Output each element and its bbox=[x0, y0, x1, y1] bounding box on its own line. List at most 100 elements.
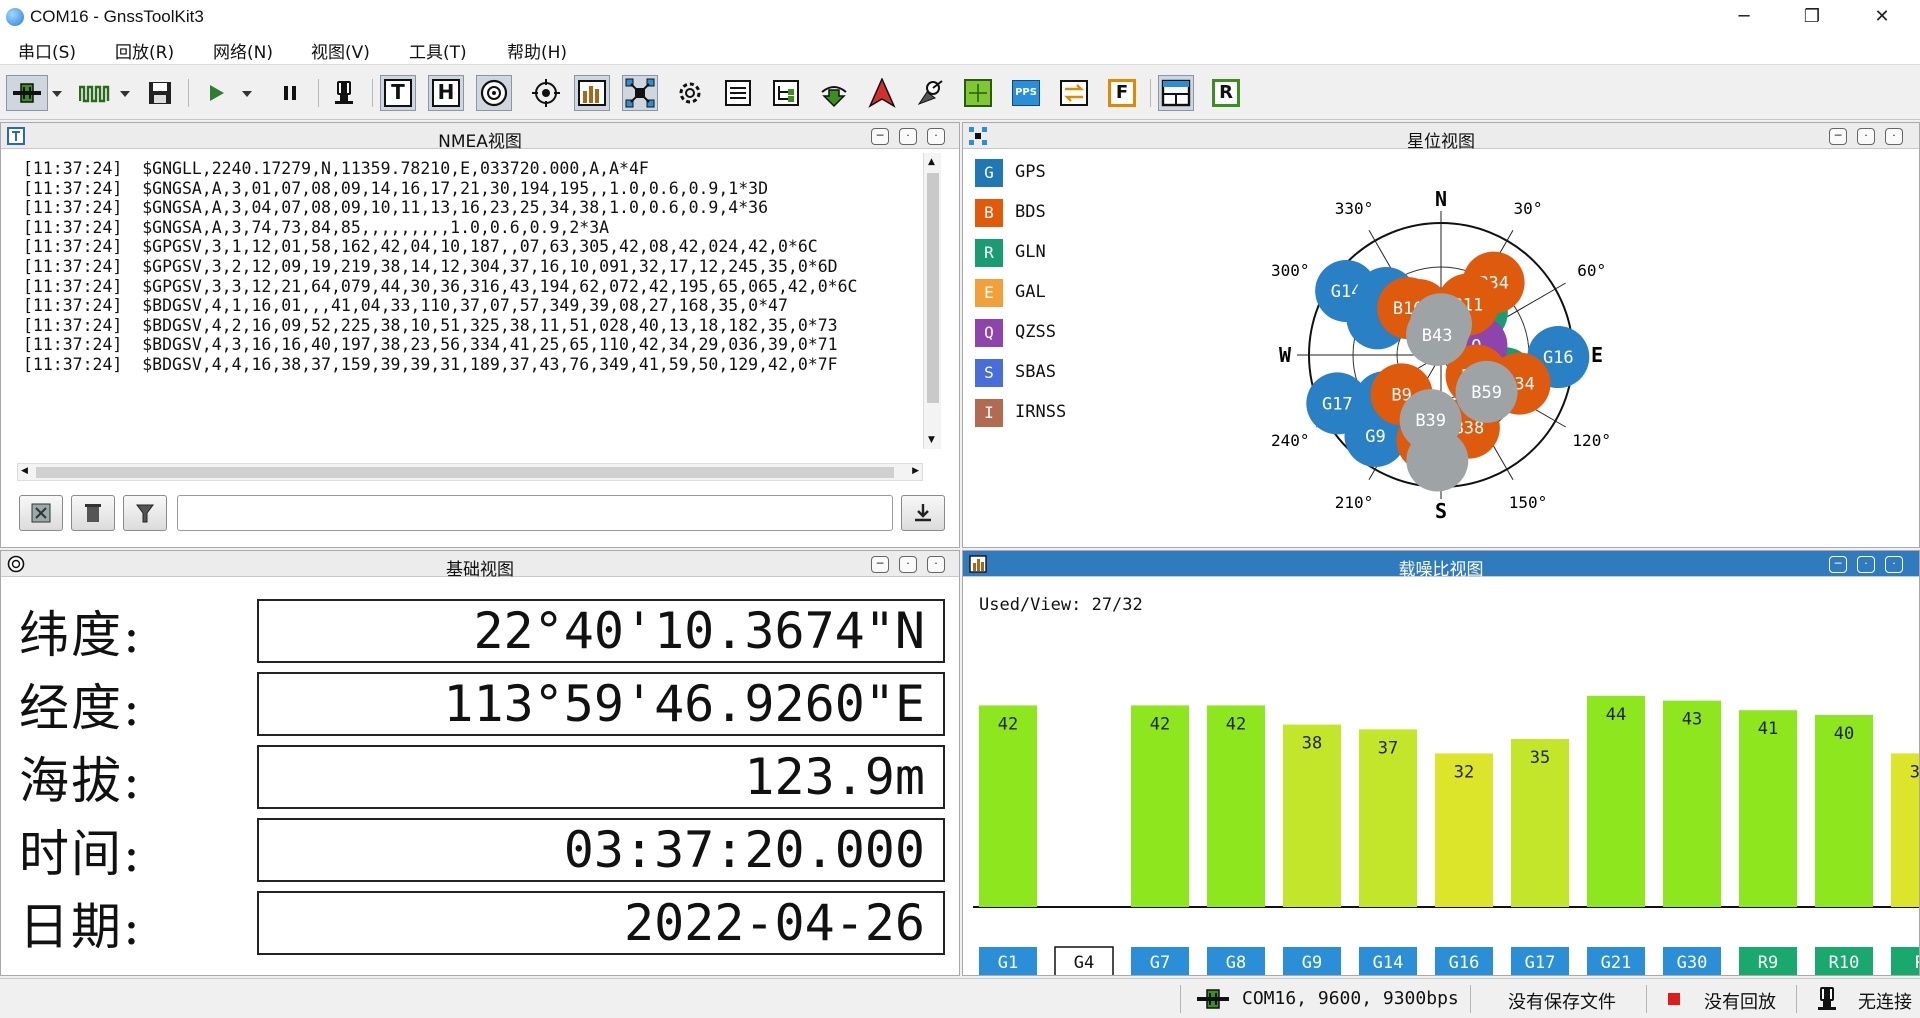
send-button[interactable] bbox=[901, 495, 945, 531]
cn0-value-label: 37 bbox=[1378, 738, 1398, 758]
play-button[interactable] bbox=[198, 75, 234, 111]
basic-view-button[interactable] bbox=[476, 75, 512, 111]
cn0-bar-g30 bbox=[1663, 700, 1721, 907]
panel-restore-button[interactable]: · bbox=[899, 556, 917, 573]
pps-button[interactable]: PPS bbox=[1008, 75, 1044, 111]
basic-view-icon bbox=[480, 79, 508, 107]
menu-help[interactable]: 帮助(H) bbox=[507, 38, 567, 63]
command-input[interactable] bbox=[177, 495, 893, 531]
panel-restore-button[interactable]: · bbox=[899, 128, 917, 145]
status-separator bbox=[1180, 985, 1181, 1013]
play-dropdown-caret[interactable] bbox=[242, 91, 252, 97]
nmea-line: [11:37:24] $GPGSV,3,2,12,09,19,219,38,14… bbox=[23, 256, 838, 276]
f-icon: F bbox=[1108, 79, 1136, 107]
nmea-panel: NMEA视图 ─ · · [11:37:24] $GNGLL,2240.1727… bbox=[0, 122, 960, 548]
clear-screen-button[interactable] bbox=[19, 495, 63, 531]
tree-icon bbox=[773, 80, 799, 106]
map-button[interactable] bbox=[960, 75, 996, 111]
panel-minimize-button[interactable]: ─ bbox=[1829, 556, 1847, 573]
app-icon bbox=[6, 8, 24, 26]
panel-minimize-button[interactable]: ─ bbox=[871, 128, 889, 145]
menu-view[interactable]: 视图(V) bbox=[311, 38, 370, 63]
swap-icon bbox=[1060, 80, 1088, 106]
serial-dropdown-caret[interactable] bbox=[52, 91, 62, 97]
satellite-marker: B59 bbox=[1455, 360, 1518, 423]
panel-close-button[interactable]: · bbox=[1885, 556, 1903, 573]
panel-restore-button[interactable]: · bbox=[1857, 128, 1875, 145]
download-button[interactable] bbox=[816, 75, 852, 111]
menu-tools[interactable]: 工具(T) bbox=[409, 38, 467, 63]
altitude-label: 海拔: bbox=[19, 752, 142, 810]
hex-view-button[interactable]: H bbox=[428, 75, 464, 111]
cn0-value-label: 32 bbox=[1910, 762, 1919, 782]
sky-panel-header: 星位视图 ─ · · bbox=[963, 123, 1919, 152]
swap-button[interactable] bbox=[1056, 75, 1092, 111]
delete-button[interactable] bbox=[71, 495, 115, 531]
menu-network[interactable]: 网络(N) bbox=[213, 38, 273, 63]
cn0-value-label: 41 bbox=[1758, 719, 1778, 739]
scroll-left-icon[interactable]: ◀ bbox=[21, 466, 28, 476]
target-button[interactable] bbox=[528, 75, 564, 111]
wave-dropdown-caret[interactable] bbox=[120, 91, 130, 97]
replay-status: 没有回放 bbox=[1704, 992, 1776, 1013]
toolbar-separator bbox=[372, 79, 373, 107]
cn0-chart-button[interactable] bbox=[574, 75, 610, 111]
menu-replay[interactable]: 回放(R) bbox=[115, 38, 174, 63]
cn0-chart: 42 G1 G4 42 G7 42 G8 38 G9 37 G14 32 G16 35 G17 44 G21 43… bbox=[973, 695, 1919, 975]
layout-button[interactable] bbox=[1158, 75, 1194, 111]
sat-tag-label: G1 bbox=[998, 953, 1018, 973]
f-button[interactable]: F bbox=[1104, 75, 1140, 111]
map-icon bbox=[964, 79, 992, 107]
satellite-button[interactable] bbox=[912, 75, 948, 111]
scroll-right-icon[interactable]: ▶ bbox=[912, 466, 919, 476]
sky-panel-title: 星位视图 bbox=[1407, 132, 1475, 152]
save-button[interactable] bbox=[142, 75, 178, 111]
toolbar-separator bbox=[188, 79, 189, 107]
close-button[interactable]: ✕ bbox=[1852, 0, 1912, 34]
save-icon bbox=[149, 82, 171, 104]
sat-tag-label: R10 bbox=[1829, 953, 1860, 973]
serial-port-button[interactable] bbox=[6, 75, 48, 111]
tree-button[interactable] bbox=[768, 75, 804, 111]
compass-button[interactable] bbox=[864, 75, 900, 111]
r-button[interactable]: R bbox=[1208, 75, 1244, 111]
cn0-value-label: 32 bbox=[1454, 762, 1474, 782]
nmea-line: [11:37:24] $GPGSV,3,3,12,21,64,079,44,30… bbox=[23, 276, 858, 296]
scroll-down-icon[interactable]: ▼ bbox=[928, 435, 935, 445]
maximize-button[interactable]: ❐ bbox=[1782, 0, 1842, 34]
pause-button[interactable] bbox=[272, 75, 308, 111]
nmea-horizontal-scrollbar[interactable]: ◀ ▶ bbox=[17, 463, 923, 481]
scroll-thumb[interactable] bbox=[36, 467, 894, 478]
connect-button[interactable] bbox=[326, 75, 362, 111]
satellite-dot bbox=[1406, 429, 1469, 492]
nmea-log[interactable]: [11:37:24] $GNGLL,2240.17279,N,11359.782… bbox=[23, 159, 923, 394]
panel-restore-button[interactable]: · bbox=[1857, 556, 1875, 573]
filter-button[interactable] bbox=[123, 495, 167, 531]
satellite-label: B43 bbox=[1422, 326, 1453, 346]
nmea-vertical-scrollbar[interactable]: ▲ ▼ bbox=[923, 153, 941, 449]
nmea-line: [11:37:24] $GNGSA,A,3,74,73,84,85,,,,,,,… bbox=[23, 217, 610, 237]
cn0-bar-g1 bbox=[979, 705, 1037, 907]
panel-close-button[interactable]: · bbox=[1885, 128, 1903, 145]
date-label: 日期: bbox=[19, 898, 142, 956]
scroll-thumb[interactable] bbox=[927, 173, 939, 403]
toolbar-separator bbox=[1150, 79, 1151, 107]
sky-view-button[interactable] bbox=[622, 75, 658, 111]
menu-serial[interactable]: 串口(S) bbox=[18, 38, 76, 63]
panel-minimize-button[interactable]: ─ bbox=[871, 556, 889, 573]
panel-minimize-button[interactable]: ─ bbox=[1829, 128, 1847, 145]
settings-button[interactable] bbox=[672, 75, 708, 111]
date-value: 2022-04-26 bbox=[257, 891, 945, 955]
signal-wave-button[interactable] bbox=[74, 75, 116, 111]
text-view-button[interactable]: T bbox=[380, 75, 416, 111]
panel-close-button[interactable]: · bbox=[927, 128, 945, 145]
list-button[interactable] bbox=[720, 75, 756, 111]
nmea-line: [11:37:24] $BDGSV,4,3,16,16,40,197,38,23… bbox=[23, 335, 838, 355]
toolbar-separator bbox=[318, 79, 319, 107]
panel-close-button[interactable]: · bbox=[927, 556, 945, 573]
cn0-panel: 载噪比视图 ─ · · Used/View: 27/32 42 G1 G4 42 G7 4… bbox=[962, 550, 1920, 976]
minimize-button[interactable]: ─ bbox=[1714, 0, 1774, 34]
sat-tag-label: G9 bbox=[1302, 953, 1322, 973]
scroll-up-icon[interactable]: ▲ bbox=[928, 157, 935, 167]
sky-view-icon bbox=[625, 78, 655, 108]
